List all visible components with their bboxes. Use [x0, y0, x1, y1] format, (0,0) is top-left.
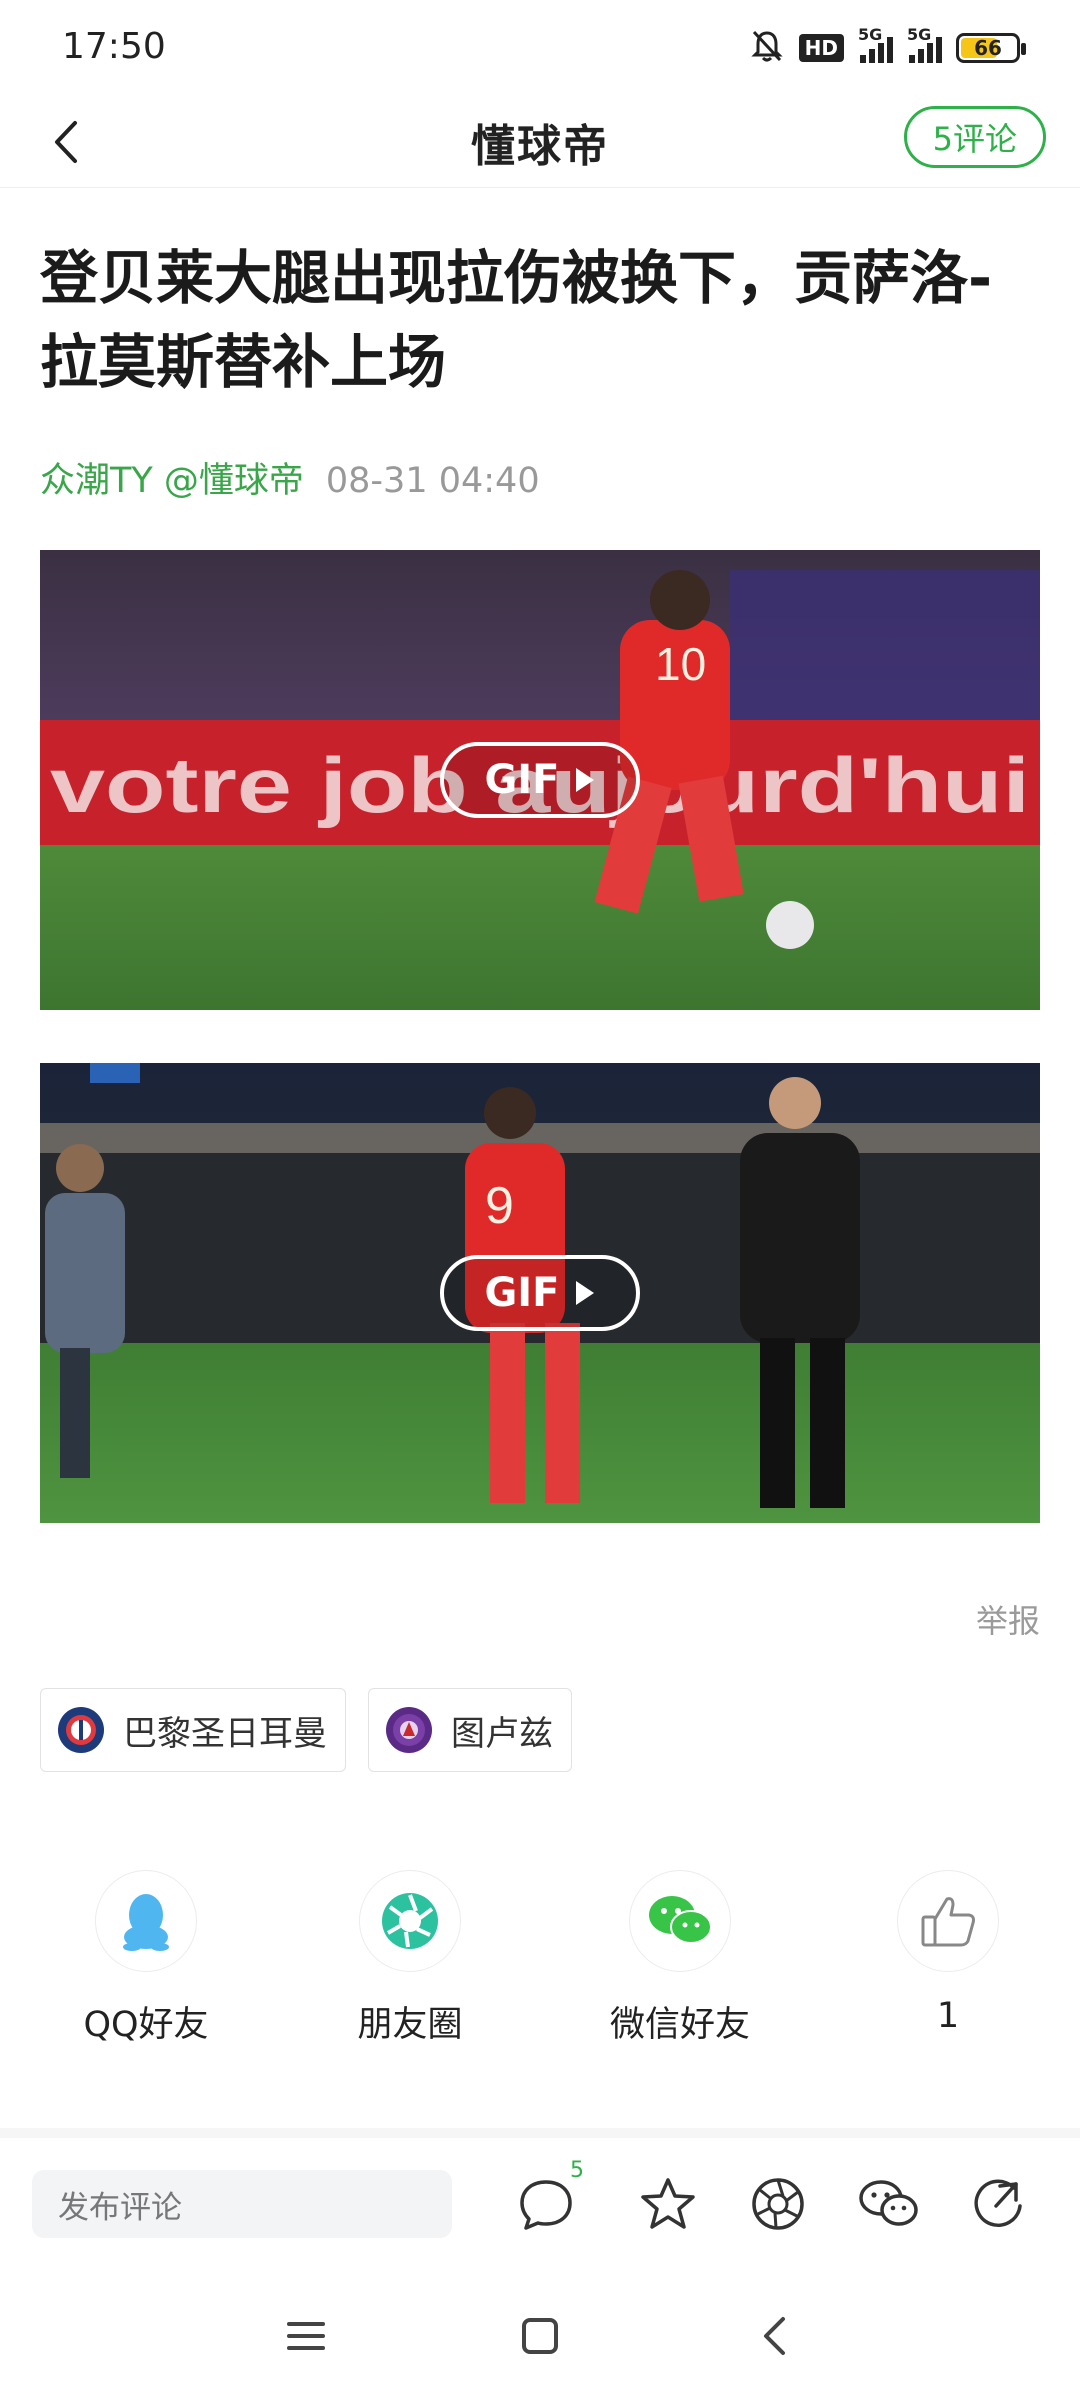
- wechat-icon: [859, 2180, 918, 2226]
- tag-label: 巴黎圣日耳曼: [123, 1713, 327, 1754]
- team-tags: 巴黎圣日耳曼 图卢兹: [40, 1688, 572, 1772]
- signal-icon-1: 5G: [858, 25, 893, 63]
- ball: [766, 901, 814, 949]
- tag-label: 图卢兹: [451, 1713, 553, 1754]
- svg-text:10: 10: [655, 638, 706, 690]
- share-qq-button[interactable]: QQ好友: [46, 1870, 246, 2047]
- hd-icon: HD: [798, 34, 844, 62]
- qq-icon: [95, 1870, 197, 1972]
- play-icon: [575, 768, 594, 792]
- share-arrow-icon: [974, 2179, 1022, 2227]
- share-label: 朋友圈: [357, 2005, 463, 2045]
- section-divider: [0, 2128, 1080, 2138]
- like-button[interactable]: 1: [848, 1870, 1048, 2036]
- gif-image-1[interactable]: votre job aujourd'hui 10 GIF: [40, 550, 1040, 1010]
- share-moments-button[interactable]: 朋友圈: [310, 1870, 510, 2047]
- share-wechat-button[interactable]: 微信好友: [580, 1870, 780, 2047]
- wechat-icon: [629, 1870, 731, 1972]
- tag-psg[interactable]: 巴黎圣日耳曼: [40, 1688, 346, 1772]
- play-icon: [575, 1281, 594, 1305]
- gif-image-2[interactable]: 9 GIF: [40, 1063, 1040, 1523]
- like-count: 1: [936, 1996, 960, 2036]
- comment-count-badge: 5: [570, 2158, 584, 2183]
- system-back-button[interactable]: [740, 2302, 808, 2370]
- status-icons: HD 5G 5G 66: [749, 25, 1026, 68]
- home-button[interactable]: [506, 2302, 574, 2370]
- comments-button[interactable]: 5: [512, 2158, 584, 2238]
- comment-input[interactable]: 发布评论: [32, 2170, 452, 2238]
- status-time: 17:50: [62, 26, 166, 67]
- favorite-button[interactable]: [634, 2170, 702, 2238]
- gif-play-badge[interactable]: GIF: [440, 1255, 640, 1331]
- battery-icon: 66: [956, 33, 1026, 63]
- share-button[interactable]: [964, 2170, 1032, 2238]
- star-icon: [641, 2178, 695, 2229]
- comment-count-button[interactable]: 5评论: [903, 106, 1046, 168]
- moments-icon: [752, 2178, 804, 2230]
- comment-bubble-icon: [520, 2180, 572, 2230]
- status-bar: 17:50 HD 5G 5G 66: [0, 0, 1080, 96]
- share-moments-toolbar-button[interactable]: [744, 2170, 812, 2238]
- mute-bell-icon: [749, 28, 785, 68]
- article-source[interactable]: 众潮TY @懂球帝: [40, 461, 304, 501]
- psg-logo-icon: [58, 1707, 104, 1753]
- gif-play-badge[interactable]: GIF: [440, 742, 640, 818]
- share-wechat-toolbar-button[interactable]: [854, 2170, 922, 2238]
- bottom-toolbar: 发布评论 5: [0, 2138, 1080, 2272]
- moments-icon: [359, 1870, 461, 1972]
- share-row: QQ好友 朋友圈 微信好友 1: [0, 1870, 1080, 2050]
- signal-icon-2: 5G: [907, 25, 942, 63]
- system-nav-bar: [0, 2272, 1080, 2400]
- article-meta: 众潮TY @懂球帝 08-31 04:40: [40, 452, 540, 503]
- thumbs-up-icon: [897, 1870, 999, 1972]
- menu-button[interactable]: [272, 2302, 340, 2370]
- toulouse-logo-icon: [386, 1707, 432, 1753]
- share-label: QQ好友: [83, 2005, 209, 2045]
- battery-level: 66: [974, 36, 1002, 60]
- article-title: 登贝莱大腿出现拉伤被换下，贡萨洛-拉莫斯替补上场: [40, 244, 993, 396]
- chevron-left-icon: [764, 2317, 785, 2355]
- tag-toulouse[interactable]: 图卢兹: [368, 1688, 572, 1772]
- report-link[interactable]: 举报: [976, 1596, 1040, 1642]
- top-header: 懂球帝 5评论: [0, 96, 1080, 188]
- article-date: 08-31 04:40: [325, 461, 540, 501]
- home-square-icon: [522, 2318, 558, 2354]
- svg-text:9: 9: [485, 1177, 514, 1235]
- share-label: 微信好友: [609, 2005, 750, 2045]
- menu-icon: [287, 2322, 325, 2350]
